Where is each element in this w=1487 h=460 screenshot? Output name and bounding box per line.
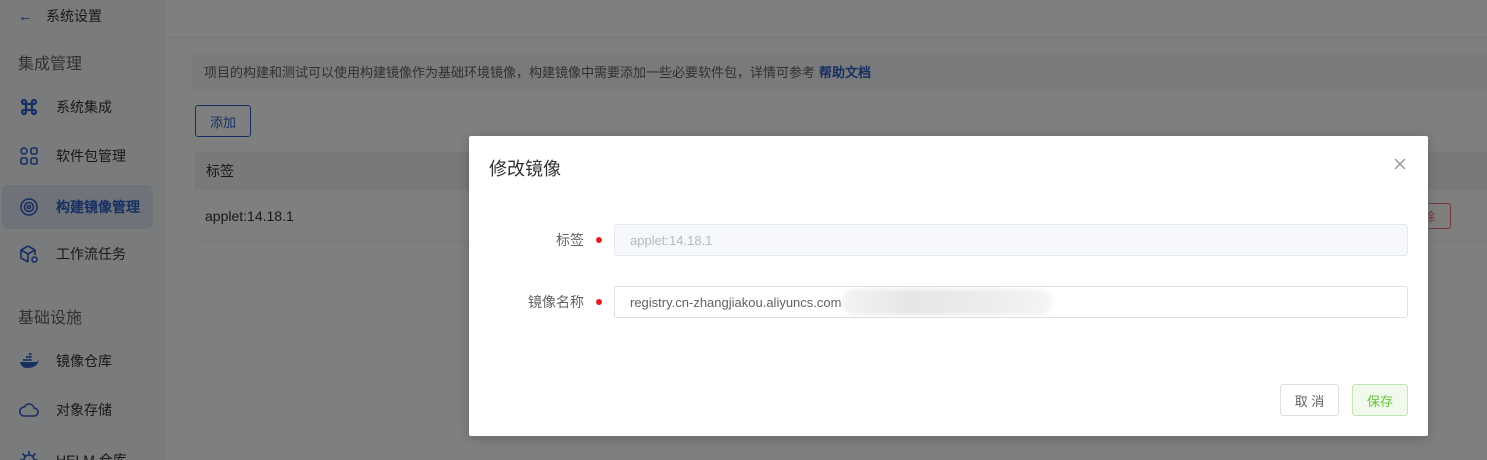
required-icon	[596, 299, 602, 305]
cancel-button[interactable]: 取 消	[1280, 384, 1339, 416]
save-button[interactable]: 保存	[1352, 384, 1408, 416]
image-name-label: 镜像名称	[528, 294, 584, 310]
app-root: ← 系统设置 集成管理 系统集成 软件包管理	[0, 0, 1487, 460]
tag-label: 标签	[556, 232, 584, 248]
dialog-title: 修改镜像	[489, 159, 561, 179]
edit-image-dialog: 修改镜像 标签 镜像名称 取 消 保存	[469, 136, 1428, 436]
close-icon[interactable]	[1392, 156, 1408, 172]
tag-input[interactable]	[614, 224, 1408, 256]
form-row-image-name: 镜像名称	[469, 286, 1428, 318]
redacted-blur	[842, 289, 1052, 315]
form-row-tag: 标签	[469, 224, 1428, 256]
required-icon	[596, 237, 602, 243]
